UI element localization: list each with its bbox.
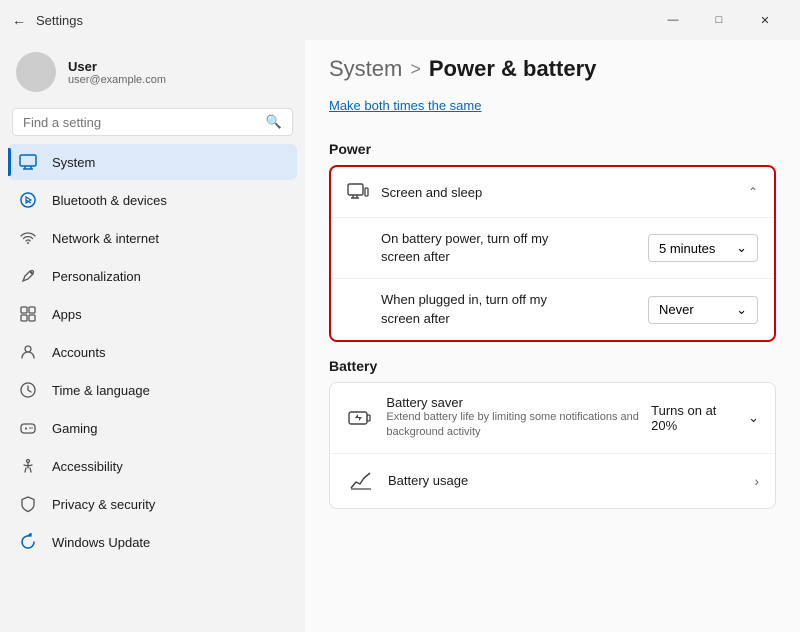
accounts-icon <box>18 342 38 362</box>
maximize-button[interactable]: □ <box>696 4 742 36</box>
battery-saver-status: Turns on at 20% <box>651 403 740 433</box>
sidebar: User user@example.com 🔍 System Bluetooth… <box>0 40 305 632</box>
screen-sleep-icon <box>347 181 369 203</box>
battery-power-label: On battery power, turn off my screen aft… <box>381 230 581 266</box>
sidebar-item-label-bluetooth: Bluetooth & devices <box>52 193 167 208</box>
battery-saver-row[interactable]: Battery saver Extend battery life by lim… <box>330 383 775 454</box>
privacy-icon <box>18 494 38 514</box>
battery-saver-right: Turns on at 20% ⌄ <box>651 403 759 433</box>
sidebar-item-gaming[interactable]: Gaming <box>8 410 297 446</box>
sidebar-item-privacy[interactable]: Privacy & security <box>8 486 297 522</box>
sidebar-item-label-privacy: Privacy & security <box>52 497 155 512</box>
battery-usage-row[interactable]: Battery usage › <box>330 454 775 508</box>
breadcrumb-parent: System <box>329 56 402 82</box>
plugged-in-row: When plugged in, turn off my screen afte… <box>331 279 774 339</box>
plugged-in-label: When plugged in, turn off my screen afte… <box>381 291 581 327</box>
sidebar-item-bluetooth[interactable]: Bluetooth & devices <box>8 182 297 218</box>
battery-saver-desc: Extend battery life by limiting some not… <box>386 410 651 441</box>
battery-power-dropdown[interactable]: 5 minutes ⌄ <box>648 234 758 262</box>
sidebar-item-label-update: Windows Update <box>52 535 150 550</box>
nav-items: System Bluetooth & devices Network & int… <box>0 144 305 632</box>
battery-saver-expand-icon: ⌄ <box>748 410 759 426</box>
battery-usage-icon <box>346 466 376 496</box>
battery-card: Battery saver Extend battery life by lim… <box>329 382 776 509</box>
battery-saver-title: Battery saver <box>386 395 651 410</box>
battery-power-dropdown-value: 5 minutes <box>659 241 715 256</box>
battery-text: Battery saver Extend battery life by lim… <box>386 395 651 441</box>
plugged-in-dropdown-value: Never <box>659 302 694 317</box>
battery-usage-chevron-icon: › <box>754 473 759 489</box>
user-info: User user@example.com <box>68 59 166 86</box>
sidebar-item-apps[interactable]: Apps <box>8 296 297 332</box>
collapse-icon: ⌃ <box>748 185 758 199</box>
app-body: User user@example.com 🔍 System Bluetooth… <box>0 40 800 632</box>
sidebar-item-label-personalization: Personalization <box>52 269 141 284</box>
user-name: User <box>68 59 166 74</box>
network-icon <box>18 228 38 248</box>
battery-power-dropdown-icon: ⌄ <box>736 240 747 256</box>
screen-sleep-left: Screen and sleep <box>347 181 482 203</box>
update-icon <box>18 532 38 552</box>
titlebar: ← Settings — □ ✕ <box>0 0 800 40</box>
sidebar-item-update[interactable]: Windows Update <box>8 524 297 560</box>
sidebar-item-personalization[interactable]: Personalization <box>8 258 297 294</box>
screen-sleep-row[interactable]: Screen and sleep ⌃ <box>331 167 774 217</box>
sidebar-item-system[interactable]: System <box>8 144 297 180</box>
sidebar-item-label-gaming: Gaming <box>52 421 98 436</box>
app-title: Settings <box>36 13 650 28</box>
search-icon: 🔍 <box>266 114 282 130</box>
battery-usage-label: Battery usage <box>388 473 468 488</box>
plugged-in-dropdown[interactable]: Never ⌄ <box>648 296 758 324</box>
battery-power-row: On battery power, turn off my screen aft… <box>331 218 774 279</box>
power-section: Power Screen and sleep ⌃ On battery powe… <box>329 141 776 342</box>
close-button[interactable]: ✕ <box>742 4 788 36</box>
battery-saver-icon <box>346 403 374 433</box>
sidebar-item-accounts[interactable]: Accounts <box>8 334 297 370</box>
breadcrumb: System > Power & battery <box>329 40 776 90</box>
apps-icon <box>18 304 38 324</box>
time-icon <box>18 380 38 400</box>
power-card: Screen and sleep ⌃ On battery power, tur… <box>329 165 776 342</box>
system-icon <box>18 152 38 172</box>
search-input[interactable] <box>23 115 258 130</box>
user-sub: user@example.com <box>68 74 166 86</box>
breadcrumb-separator: > <box>410 59 421 80</box>
sidebar-item-time[interactable]: Time & language <box>8 372 297 408</box>
battery-section-title: Battery <box>329 358 776 374</box>
battery-section: Battery Battery saver Ext <box>329 358 776 509</box>
back-button[interactable]: ← <box>12 12 26 28</box>
sidebar-item-label-system: System <box>52 155 95 170</box>
gaming-icon <box>18 418 38 438</box>
screen-sleep-sub-rows: On battery power, turn off my screen aft… <box>331 217 774 340</box>
window-controls: — □ ✕ <box>650 4 788 36</box>
sidebar-item-label-network: Network & internet <box>52 231 159 246</box>
bluetooth-icon <box>18 190 38 210</box>
sidebar-user: User user@example.com <box>0 40 305 108</box>
screen-sleep-label: Screen and sleep <box>381 185 482 200</box>
sidebar-item-label-accounts: Accounts <box>52 345 105 360</box>
avatar <box>16 52 56 92</box>
battery-saver-left: Battery saver Extend battery life by lim… <box>346 395 651 441</box>
battery-usage-left: Battery usage <box>346 466 468 496</box>
sidebar-item-accessibility[interactable]: Accessibility <box>8 448 297 484</box>
power-section-title: Power <box>329 141 776 157</box>
make-same-link[interactable]: Make both times the same <box>329 90 776 125</box>
sidebar-item-label-time: Time & language <box>52 383 150 398</box>
sidebar-item-label-accessibility: Accessibility <box>52 459 123 474</box>
sidebar-item-label-apps: Apps <box>52 307 82 322</box>
search-box[interactable]: 🔍 <box>12 108 293 136</box>
sidebar-item-network[interactable]: Network & internet <box>8 220 297 256</box>
breadcrumb-current: Power & battery <box>429 56 597 82</box>
accessibility-icon <box>18 456 38 476</box>
plugged-in-dropdown-icon: ⌄ <box>736 302 747 318</box>
personalization-icon <box>18 266 38 286</box>
minimize-button[interactable]: — <box>650 4 696 36</box>
main-content: System > Power & battery Make both times… <box>305 40 800 632</box>
